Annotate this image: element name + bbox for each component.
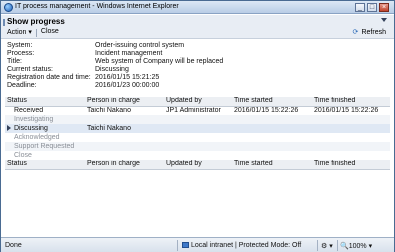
action-menu-button[interactable]: Action ▾ (5, 28, 34, 37)
time-finished-cell (312, 142, 390, 151)
time-finished-cell (312, 115, 390, 124)
footer-status: Status (5, 160, 85, 170)
close-button[interactable]: Close (39, 28, 61, 37)
intranet-icon (182, 242, 189, 248)
chevron-down-icon[interactable] (381, 18, 387, 22)
info-row-system: System: Order-issuing control system (7, 42, 387, 50)
info-value: Web system of Company will be replaced (95, 58, 224, 65)
time-started-cell (232, 142, 312, 151)
browser-window: IT process management - Windows Internet… (0, 0, 395, 252)
updated-by-cell (164, 133, 232, 142)
person-cell: Taichi Nakano (87, 106, 131, 114)
table-row[interactable]: Acknowledged (5, 133, 390, 142)
info-label: Title: (7, 58, 22, 65)
close-window-button[interactable]: × (379, 3, 389, 12)
zoom-control[interactable]: 🔍100% ▾ (340, 242, 372, 250)
column-header-time-finished[interactable]: Time finished (312, 97, 390, 107)
person-cell: Taichi Nakano (85, 124, 164, 133)
time-started-cell (232, 115, 312, 124)
internet-explorer-icon (4, 3, 13, 12)
column-header-status[interactable]: Status (5, 97, 85, 107)
time-finished-cell (312, 151, 390, 160)
updated-by-cell: JP1 Administrator (166, 106, 221, 114)
info-value: 2016/01/15 15:21:25 (95, 74, 160, 81)
info-value: Incident management (95, 50, 163, 57)
footer-person: Person in charge (85, 160, 164, 170)
footer-updated-by: Updated by (164, 160, 232, 170)
refresh-label: Refresh (361, 29, 386, 36)
title-bar: IT process management - Windows Internet… (1, 1, 394, 14)
column-header-person[interactable]: Person in charge (85, 97, 164, 107)
info-label: Registration date and time: (7, 74, 91, 81)
status-cell: Investigating (5, 115, 85, 124)
table-footer-row: Status Person in charge Updated by Time … (5, 160, 390, 170)
info-value: Discussing (95, 66, 129, 73)
security-zone-label: Local intranet | Protected Mode: Off (191, 242, 302, 249)
person-cell (85, 133, 164, 142)
menu-divider (35, 29, 37, 37)
status-text: Done (5, 242, 22, 249)
time-finished-cell (312, 133, 390, 142)
table-header-row: Status Person in charge Updated by Time … (5, 97, 390, 107)
status-divider (337, 240, 338, 251)
table-row[interactable]: Close (5, 151, 390, 160)
tools-dropdown[interactable]: ⚙ ▾ (321, 242, 333, 250)
table-row[interactable]: Investigating (5, 115, 390, 124)
column-header-updated-by[interactable]: Updated by (164, 97, 232, 107)
footer-time-finished: Time finished (312, 160, 390, 170)
current-status-arrow-icon (7, 124, 11, 131)
status-bar: Done Local intranet | Protected Mode: Of… (1, 237, 394, 252)
info-row-deadline: Deadline: 2016/01/23 00:00:00 (7, 82, 387, 90)
updated-by-cell (164, 115, 232, 124)
person-cell (85, 142, 164, 151)
person-cell (85, 115, 164, 124)
status-divider (317, 240, 318, 251)
info-label: Deadline: (7, 82, 37, 89)
time-finished-cell (312, 124, 390, 133)
info-row-registration: Registration date and time: 2016/01/15 1… (7, 74, 387, 82)
table-row[interactable]: Support Requested (5, 142, 390, 151)
time-started-cell: 2016/01/15 15:22:26 (234, 106, 299, 114)
footer-time-started: Time started (232, 160, 312, 170)
page-title: Show progress (7, 17, 65, 26)
page-title-marker (3, 19, 5, 26)
time-finished-cell: 2016/01/15 15:22:26 (314, 106, 379, 114)
info-row-title: Title: Web system of Company will be rep… (7, 58, 387, 66)
process-info: System: Order-issuing control system Pro… (7, 42, 387, 90)
refresh-button[interactable]: ⟳ Refresh (353, 28, 386, 36)
maximize-button[interactable]: □ (367, 3, 377, 12)
time-started-cell (232, 151, 312, 160)
table-row[interactable]: Received Taichi Nakano JP1 Administrator… (5, 106, 390, 115)
status-cell: Support Requested (5, 142, 85, 151)
info-label: Current status: (7, 66, 53, 73)
info-label: Process: (7, 50, 35, 57)
info-value: 2016/01/23 00:00:00 (95, 82, 160, 89)
page-header: Show progress Action ▾ Close ⟳ Refresh (1, 15, 394, 39)
info-row-current-status: Current status: Discussing (7, 66, 387, 74)
table-row-current[interactable]: Discussing Taichi Nakano (5, 124, 390, 133)
info-label: System: (7, 42, 33, 49)
updated-by-cell (164, 124, 232, 133)
security-zone[interactable]: Local intranet | Protected Mode: Off (182, 242, 301, 249)
status-cell: Acknowledged (14, 133, 60, 141)
status-divider (177, 240, 178, 251)
time-started-cell (232, 124, 312, 133)
updated-by-cell (164, 151, 232, 160)
info-value: Order-issuing control system (95, 42, 185, 49)
info-row-process: Process: Incident management (7, 50, 387, 58)
status-cell: Discussing (5, 124, 85, 133)
status-cell: Close (14, 151, 32, 159)
minimize-button[interactable]: _ (355, 3, 365, 12)
action-menu: Action ▾ Close (5, 28, 61, 37)
refresh-icon: ⟳ (352, 29, 359, 36)
person-cell (85, 151, 164, 160)
window-title: IT process management - Windows Internet… (15, 3, 179, 10)
column-header-time-started[interactable]: Time started (232, 97, 312, 107)
status-cell: Received (14, 106, 44, 114)
updated-by-cell (164, 142, 232, 151)
time-started-cell (232, 133, 312, 142)
progress-table: Status Person in charge Updated by Time … (5, 97, 390, 170)
